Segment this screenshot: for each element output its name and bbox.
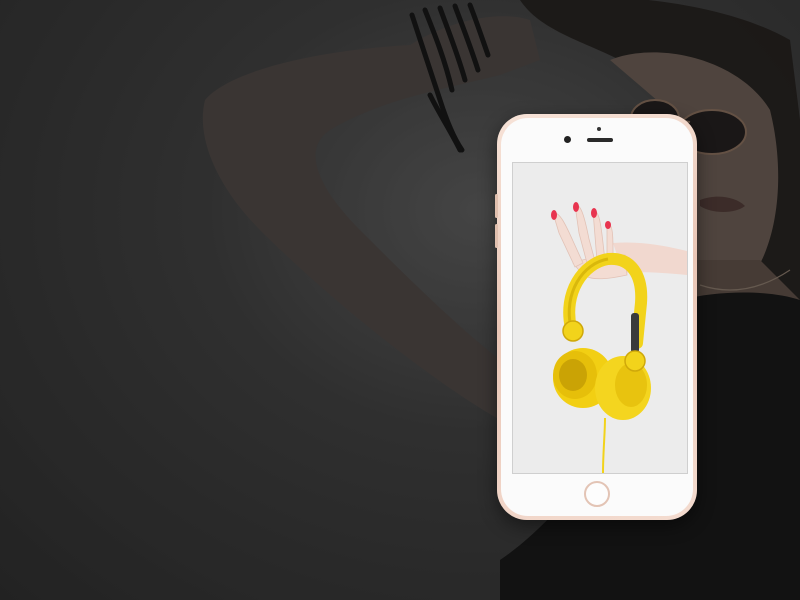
proximity-sensor	[597, 127, 601, 131]
smartphone	[495, 114, 697, 520]
earpiece-speaker	[587, 138, 613, 142]
phone-screen	[512, 162, 688, 474]
headphones-photo	[513, 163, 687, 473]
headphone-slider	[631, 313, 639, 353]
hero-scene	[0, 0, 800, 600]
home-button	[584, 481, 610, 507]
volume-button	[495, 224, 498, 248]
front-camera-icon	[564, 136, 571, 143]
volume-button	[495, 194, 498, 218]
phone-face	[501, 118, 693, 516]
